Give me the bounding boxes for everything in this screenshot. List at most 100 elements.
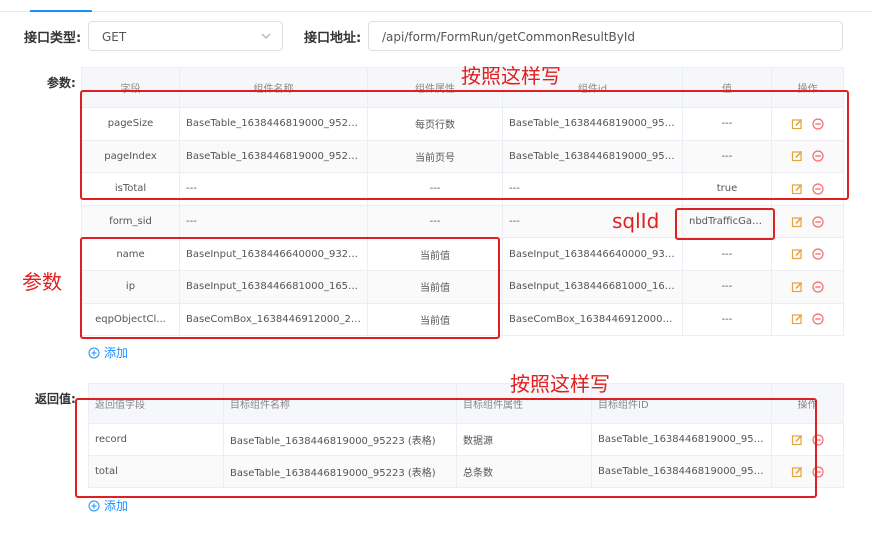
table-row: record BaseTable_1638446819000_95223 (表格)… bbox=[88, 423, 844, 456]
delete-icon[interactable] bbox=[812, 433, 824, 446]
cell-target-name: BaseTable_1638446819000_95223 (表格) bbox=[223, 423, 457, 456]
row-actions bbox=[771, 139, 844, 174]
col-return-field: 返回值字段 bbox=[88, 383, 224, 424]
top-tab-bar bbox=[0, 0, 872, 12]
edit-icon[interactable] bbox=[791, 281, 803, 293]
table-row: pageIndex BaseTable_1638446819000_95223..… bbox=[81, 139, 844, 174]
edit-icon[interactable] bbox=[791, 150, 803, 162]
col-ops: 操作 bbox=[771, 67, 844, 108]
cell-field: form_sid bbox=[81, 204, 180, 239]
edit-icon[interactable] bbox=[791, 434, 803, 446]
col-comp-name: 组件名称 bbox=[179, 67, 368, 108]
delete-icon[interactable] bbox=[812, 150, 824, 162]
col-target-id: 目标组件ID bbox=[591, 383, 772, 424]
chevron-down-icon bbox=[261, 33, 271, 39]
cell-target-name: BaseTable_1638446819000_95223 (表格) bbox=[223, 455, 457, 488]
annotation-params-note: 参数 bbox=[22, 270, 62, 294]
edit-icon[interactable] bbox=[791, 466, 803, 478]
row-actions bbox=[771, 237, 844, 271]
params-table: 字段 组件名称 组件属性 组件id 值 操作 pageSize BaseTable… bbox=[81, 67, 844, 337]
row-actions bbox=[771, 302, 844, 337]
cell-value: true bbox=[682, 172, 772, 206]
table-row: eqpObjectCl... BaseComBox_1638446912000_2… bbox=[81, 302, 844, 337]
col-target-name: 目标组件名称 bbox=[223, 383, 457, 424]
cell-field: ip bbox=[81, 269, 180, 304]
interface-address-input[interactable]: /api/form/FormRun/getCommonResultById bbox=[368, 21, 843, 51]
col-value: 值 bbox=[682, 67, 772, 108]
cell-target-attr: 总条数 bbox=[456, 455, 592, 488]
edit-icon[interactable] bbox=[791, 313, 803, 325]
interface-type-label: 接口类型: bbox=[24, 31, 82, 46]
cell-field: pageIndex bbox=[81, 139, 180, 174]
annotation-sqlid-note: sqlId bbox=[612, 209, 660, 233]
params-add-link[interactable]: 添加 bbox=[88, 344, 128, 361]
row-actions bbox=[771, 455, 844, 488]
plus-circle-icon bbox=[88, 500, 100, 511]
row-actions bbox=[771, 172, 844, 206]
edit-icon[interactable] bbox=[791, 216, 803, 228]
table-row: total BaseTable_1638446819000_95223 (表格) 总… bbox=[88, 455, 844, 488]
table-row: ip BaseInput_1638446681000_1657... 当前值 Base… bbox=[81, 269, 844, 304]
cell-comp-attr: 当前值 bbox=[367, 237, 503, 271]
delete-icon[interactable] bbox=[812, 281, 824, 293]
cell-comp-name: BaseTable_1638446819000_95223... bbox=[179, 107, 368, 141]
cell-comp-attr: 当前值 bbox=[367, 302, 503, 337]
plus-circle-icon bbox=[88, 347, 100, 358]
cell-comp-id: BaseTable_1638446819000_95223 bbox=[502, 139, 683, 174]
edit-icon[interactable] bbox=[791, 248, 803, 260]
cell-comp-id: BaseComBox_1638446912000_2... bbox=[502, 302, 683, 337]
cell-target-attr: 数据源 bbox=[456, 423, 592, 456]
cell-comp-id: BaseInput_1638446681000_16573 bbox=[502, 269, 683, 304]
edit-icon[interactable] bbox=[791, 118, 803, 130]
col-return-ops: 操作 bbox=[771, 383, 844, 424]
delete-icon[interactable] bbox=[812, 183, 824, 195]
delete-icon[interactable] bbox=[812, 465, 824, 478]
cell-target-id: BaseTable_1638446819000_95223 bbox=[591, 455, 772, 488]
return-header-row: 返回值字段 目标组件名称 目标组件属性 目标组件ID 操作 bbox=[88, 383, 844, 424]
delete-icon[interactable] bbox=[812, 248, 824, 260]
row-actions bbox=[771, 269, 844, 304]
interface-address-label: 接口地址: bbox=[304, 31, 362, 46]
cell-comp-name: BaseInput_1638446640000_9323... bbox=[179, 237, 368, 271]
table-row: name BaseInput_1638446640000_9323... 当前值 Ba… bbox=[81, 237, 844, 271]
cell-comp-attr: 每页行数 bbox=[367, 107, 503, 141]
cell-return-field: record bbox=[88, 423, 224, 456]
cell-field: pageSize bbox=[81, 107, 180, 141]
cell-value: --- bbox=[682, 139, 772, 174]
interface-type-select[interactable]: GET bbox=[88, 21, 283, 51]
interface-type-value: GET bbox=[102, 30, 127, 44]
annotation-return-note: 按照这样写 bbox=[510, 372, 610, 396]
return-table: 返回值字段 目标组件名称 目标组件属性 目标组件ID 操作 record Base… bbox=[88, 383, 844, 488]
params-add-label: 添加 bbox=[104, 346, 129, 360]
row-actions bbox=[771, 204, 844, 239]
cell-field: isTotal bbox=[81, 172, 180, 206]
return-add-link[interactable]: 添加 bbox=[88, 497, 128, 514]
cell-value: --- bbox=[682, 302, 772, 337]
cell-comp-name: --- bbox=[179, 172, 368, 206]
table-row: isTotal --- --- --- true bbox=[81, 172, 844, 206]
edit-icon[interactable] bbox=[791, 183, 803, 195]
cell-comp-name: BaseInput_1638446681000_1657... bbox=[179, 269, 368, 304]
cell-value: --- bbox=[682, 107, 772, 141]
cell-comp-name: --- bbox=[179, 204, 368, 239]
return-add-label: 添加 bbox=[104, 499, 129, 513]
row-actions bbox=[771, 423, 844, 456]
cell-return-field: total bbox=[88, 455, 224, 488]
row-actions bbox=[771, 107, 844, 141]
cell-target-id: BaseTable_1638446819000_95223 bbox=[591, 423, 772, 456]
cell-value: --- bbox=[682, 237, 772, 271]
cell-field: name bbox=[81, 237, 180, 271]
delete-icon[interactable] bbox=[812, 215, 824, 228]
cell-field: eqpObjectCl... bbox=[81, 302, 180, 337]
cell-comp-attr: 当前页号 bbox=[367, 139, 503, 174]
delete-icon[interactable] bbox=[812, 313, 824, 325]
cell-comp-attr: 当前值 bbox=[367, 269, 503, 304]
delete-icon[interactable] bbox=[812, 118, 824, 130]
params-label: 参数: bbox=[47, 76, 76, 90]
cell-value: --- bbox=[682, 269, 772, 304]
cell-value: nbdTrafficGantry... bbox=[682, 204, 772, 239]
interface-address-value: /api/form/FormRun/getCommonResultById bbox=[382, 30, 636, 44]
annotation-top-note: 按照这样写 bbox=[461, 64, 561, 88]
cell-comp-attr: --- bbox=[367, 172, 503, 206]
return-label: 返回值: bbox=[35, 392, 76, 406]
